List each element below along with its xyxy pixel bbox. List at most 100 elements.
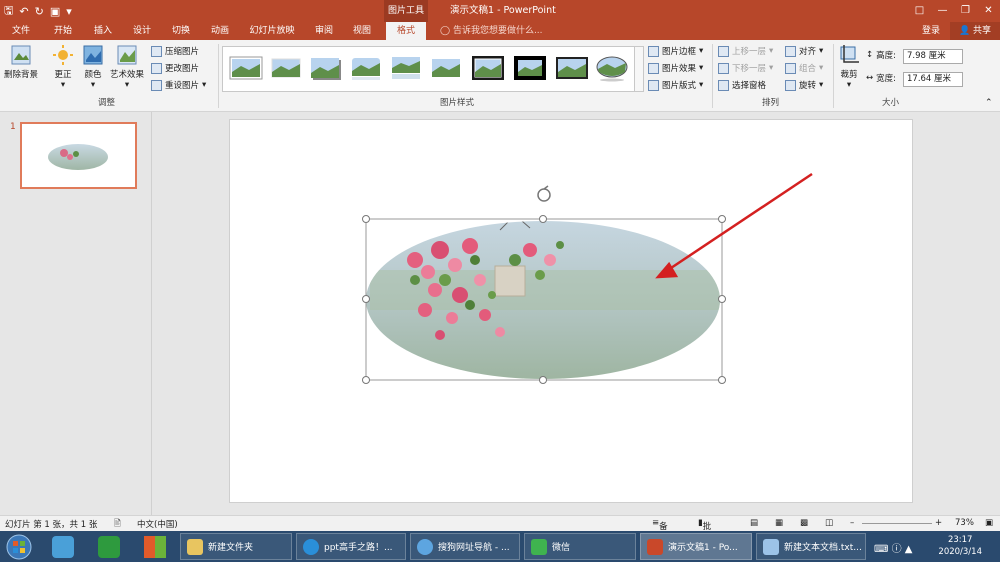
- picture-style-soft-edge[interactable]: [269, 54, 303, 82]
- taskbar-item-label: 微信: [552, 543, 571, 553]
- login-link[interactable]: 登录: [922, 22, 940, 40]
- picture-style-simple-frame[interactable]: [229, 54, 263, 82]
- customize-qat-icon[interactable]: ▾: [66, 5, 72, 18]
- comments-button[interactable]: ▮ 批注: [698, 518, 711, 544]
- tab-animations[interactable]: 动画: [203, 22, 237, 40]
- width-row: ↔ 宽度:: [866, 72, 896, 84]
- zoom-slider[interactable]: [862, 523, 932, 524]
- normal-view-icon[interactable]: ▤: [750, 518, 758, 528]
- picture-style-rounded[interactable]: [349, 54, 383, 82]
- collapse-ribbon-icon[interactable]: ⌃: [985, 98, 993, 108]
- tab-format[interactable]: 格式: [386, 22, 426, 40]
- taskbar-item-powerpoint[interactable]: 演示文稿1 - Po...: [640, 533, 752, 560]
- tab-view[interactable]: 视图: [345, 22, 379, 40]
- slideshow-icon[interactable]: ◫: [825, 518, 833, 528]
- picture-style-oval[interactable]: [595, 54, 629, 82]
- picture-style-shadow[interactable]: [309, 54, 343, 82]
- slide-sorter-icon[interactable]: ▦: [775, 518, 783, 528]
- picture-layout-button[interactable]: 图片版式 ▾: [648, 79, 703, 91]
- tab-transitions[interactable]: 切换: [164, 22, 198, 40]
- align-button[interactable]: 对齐 ▾: [785, 45, 823, 57]
- minimize-icon[interactable]: —: [931, 0, 954, 22]
- picture-style-double-frame[interactable]: [471, 54, 505, 82]
- tab-home[interactable]: 开始: [46, 22, 80, 40]
- notes-button[interactable]: ≡ 备注: [652, 518, 668, 544]
- bring-forward-button[interactable]: 上移一层 ▾: [718, 45, 773, 57]
- language-status[interactable]: 中文(中国): [137, 518, 178, 530]
- taskbar-item-navigation[interactable]: 搜狗网址导航 - ...: [410, 533, 520, 560]
- crop-button[interactable]: 裁剪 ▾: [838, 44, 860, 90]
- reading-view-icon[interactable]: ▩: [800, 518, 808, 528]
- tab-review[interactable]: 审阅: [307, 22, 341, 40]
- wechat-icon: [531, 538, 547, 555]
- restore-icon[interactable]: ❐: [954, 0, 977, 22]
- pinned-app-icon[interactable]: [98, 536, 120, 558]
- windows-taskbar: 新建文件夹 ppt高手之路！... 搜狗网址导航 - ... 微信 演示文稿1 …: [0, 531, 1000, 562]
- taskbar-item-browser[interactable]: ppt高手之路！...: [296, 533, 406, 560]
- slideshow-start-icon[interactable]: ▣: [50, 5, 60, 18]
- picture-border-icon: [648, 45, 659, 57]
- group-button[interactable]: 组合 ▾: [785, 62, 823, 74]
- ribbon-tabs: 文件 开始 插入 设计 切换 动画 幻灯片放映 审阅 视图 格式 ◯ 告诉我您想…: [0, 22, 1000, 40]
- rotate-button[interactable]: 旋转 ▾: [785, 79, 823, 91]
- reset-picture-button[interactable]: 重设图片 ▾: [151, 79, 206, 91]
- window-controls: □ — ❐ ✕: [908, 0, 1000, 22]
- pinned-app-icon[interactable]: [144, 536, 166, 558]
- picture-style-thick-black[interactable]: [513, 54, 547, 82]
- taskbar-item-notepad[interactable]: 新建文本文档.txt...: [756, 533, 866, 560]
- tab-insert[interactable]: 插入: [86, 22, 120, 40]
- fit-slide-icon[interactable]: ▣: [985, 518, 993, 528]
- picture-border-button[interactable]: 图片边框 ▾: [648, 45, 703, 57]
- slide[interactable]: [229, 119, 913, 503]
- tab-slideshow[interactable]: 幻灯片放映: [242, 22, 302, 40]
- compress-pictures-button[interactable]: 压缩图片: [151, 45, 199, 57]
- chevron-down-icon: ▾: [699, 80, 704, 90]
- corrections-button[interactable]: 更正 ▾: [52, 44, 74, 90]
- change-picture-icon: [151, 62, 162, 74]
- pinned-app-icon[interactable]: [52, 536, 74, 558]
- tell-me-box[interactable]: ◯ 告诉我您想要做什么...: [440, 22, 543, 40]
- remove-background-button[interactable]: 删除背景: [4, 44, 38, 80]
- height-value: 7.98 厘米: [907, 51, 946, 61]
- taskbar-item-wechat[interactable]: 微信: [524, 533, 636, 560]
- tab-file[interactable]: 文件: [4, 22, 38, 40]
- rotate-label: 旋转: [799, 81, 817, 91]
- color-button[interactable]: 颜色 ▾: [82, 44, 104, 90]
- width-input[interactable]: 17.64 厘米: [903, 72, 963, 87]
- window-title: 演示文稿1 - PowerPoint: [450, 5, 556, 16]
- tray-icons[interactable]: ⌨ ⓘ ▲: [874, 540, 912, 555]
- ribbon-display-icon[interactable]: □: [908, 0, 931, 22]
- taskbar-item-folder[interactable]: 新建文件夹: [180, 533, 292, 560]
- picture-style-reflection[interactable]: [389, 54, 423, 82]
- close-icon[interactable]: ✕: [977, 0, 1000, 22]
- taskbar-item-label: 新建文本文档.txt...: [784, 543, 862, 553]
- system-clock[interactable]: 23:17 2020/3/14: [938, 534, 982, 558]
- height-input[interactable]: 7.98 厘米: [903, 49, 963, 64]
- change-picture-button[interactable]: 更改图片: [151, 62, 199, 74]
- redo-icon[interactable]: ↻: [35, 5, 44, 18]
- artistic-effects-button[interactable]: 艺术效果 ▾: [110, 44, 144, 90]
- save-icon[interactable]: 🖫: [4, 2, 13, 21]
- ribbon: 删除背景 更正 ▾ 颜色 ▾ 艺术效果 ▾ 压缩图片 更改图片 重设图片 ▾ 调整…: [0, 40, 1000, 112]
- picture-effects-button[interactable]: 图片效果 ▾: [648, 62, 703, 74]
- zoom-in-icon[interactable]: +: [935, 518, 942, 528]
- picture-style-soft-rect[interactable]: [429, 54, 463, 82]
- picture-style-black-frame[interactable]: [555, 54, 589, 82]
- chevron-down-icon: ▾: [60, 80, 66, 90]
- undo-icon[interactable]: ↶: [19, 5, 28, 18]
- share-button[interactable]: 👤 共享: [950, 22, 1000, 40]
- start-button-icon[interactable]: [4, 533, 34, 560]
- chevron-down-icon: ▾: [202, 80, 207, 90]
- chevron-down-icon: ▾: [699, 63, 704, 73]
- spell-check-icon[interactable]: 🖹: [114, 518, 121, 532]
- height-icon: ↕: [866, 50, 874, 60]
- zoom-out-icon[interactable]: –: [850, 518, 854, 528]
- slide-thumbnail[interactable]: [20, 122, 137, 189]
- title-bar: 🖫 ↶ ↻ ▣ ▾ 图片工具 演示文稿1 - PowerPoint □ — ❐ …: [0, 0, 1000, 22]
- selection-pane-button[interactable]: 选择窗格: [718, 79, 766, 91]
- tab-design[interactable]: 设计: [125, 22, 159, 40]
- send-backward-button[interactable]: 下移一层 ▾: [718, 62, 773, 74]
- zoom-level[interactable]: 73%: [955, 518, 974, 528]
- rotate-icon: [785, 79, 796, 91]
- gallery-scroll[interactable]: [634, 46, 644, 92]
